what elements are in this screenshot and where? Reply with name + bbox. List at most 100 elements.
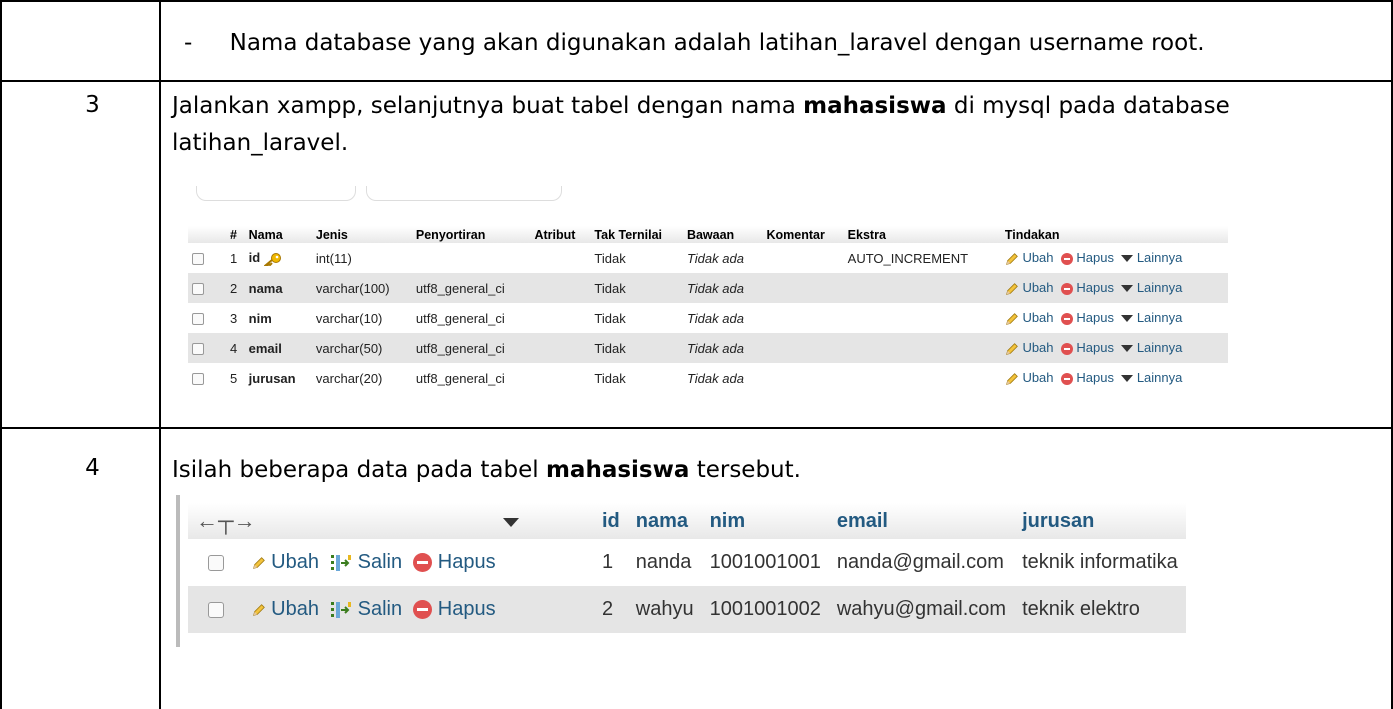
field-attribute (530, 243, 591, 273)
cell-email[interactable]: wahyu@gmail.com (828, 586, 1015, 633)
delete-action[interactable]: Hapus (1060, 310, 1114, 325)
delete-label: Hapus (1076, 250, 1114, 266)
cell-nama[interactable]: wahyu (627, 586, 702, 633)
field-attribute (530, 333, 591, 363)
document-table: - Nama database yang akan digunakan adal… (0, 0, 1393, 709)
edit-label: Ubah (1022, 280, 1054, 296)
row-divider-1 (0, 80, 1393, 82)
header-null[interactable]: Tak Ternilai (590, 226, 683, 243)
more-action[interactable]: Lainnya (1121, 310, 1182, 325)
browse-table: ←┬→ id nama nim email jurusan Ubah Salin… (188, 503, 1186, 633)
table-name-bold: mahasiswa (803, 93, 947, 119)
delete-icon (413, 600, 433, 620)
row-checkbox[interactable] (192, 253, 204, 266)
browse-header-nama[interactable]: nama (627, 503, 702, 539)
row-checkbox-cell (188, 273, 226, 303)
edit-action[interactable]: Ubah (1005, 280, 1054, 295)
cell-jurusan[interactable]: teknik informatika (1014, 539, 1186, 586)
cell-nama[interactable]: nanda (627, 539, 702, 586)
edit-action[interactable]: Ubah (1005, 370, 1054, 385)
delete-icon (413, 553, 433, 573)
field-default: Tidak ada (682, 333, 763, 363)
row-checkbox[interactable] (192, 283, 204, 296)
browse-row-checkbox[interactable] (208, 601, 224, 618)
field-name-cell: id (244, 243, 312, 273)
header-checkbox (188, 226, 226, 243)
header-name[interactable]: Nama (244, 226, 312, 243)
delete-label: Hapus (1076, 340, 1114, 356)
cell-email[interactable]: nanda@gmail.com (828, 539, 1015, 586)
field-extra (843, 363, 1001, 393)
field-null: Tidak (590, 333, 683, 363)
copy-icon (330, 551, 352, 573)
delete-icon (1060, 282, 1073, 295)
header-collation[interactable]: Penyortiran (411, 226, 531, 243)
browse-delete-action[interactable]: Hapus (413, 598, 496, 620)
field-actions: Ubah Hapus Lainnya (1000, 363, 1228, 393)
cell-id[interactable]: 2 (594, 586, 628, 633)
pencil-icon (1005, 310, 1019, 325)
browse-copy-action[interactable]: Salin (330, 551, 402, 573)
field-name-cell: jurusan (244, 363, 312, 393)
browse-header-email[interactable]: email (828, 503, 1015, 539)
header-number[interactable]: # (226, 226, 245, 243)
browse-row: Ubah Salin Hapus 2 wahyu 1001001002 wahy… (188, 586, 1186, 633)
cropped-button-right (366, 186, 562, 201)
cell-nim[interactable]: 1001001002 (701, 586, 829, 633)
structure-table: # Nama Jenis Penyortiran Atribut Tak Ter… (188, 226, 1228, 393)
more-action[interactable]: Lainnya (1121, 340, 1182, 355)
field-number: 3 (226, 303, 245, 333)
row-checkbox[interactable] (192, 343, 204, 356)
column-resize-arrows-icon[interactable]: ←┬→ (196, 508, 256, 533)
field-name-cell: email (244, 333, 312, 363)
cell-id[interactable]: 1 (594, 539, 628, 586)
structure-row: 1 id int(11) Tidak Tidak ada AUTO_INCREM… (188, 243, 1228, 273)
pencil-icon (1005, 370, 1019, 385)
field-type: varchar(100) (311, 273, 412, 303)
options-dropdown-icon[interactable] (503, 518, 520, 528)
pencil-icon (252, 551, 266, 573)
header-type[interactable]: Jenis (311, 226, 412, 243)
delete-action[interactable]: Hapus (1060, 340, 1114, 356)
header-comment[interactable]: Komentar (762, 226, 844, 243)
edit-action[interactable]: Ubah (1005, 250, 1054, 265)
more-action[interactable]: Lainnya (1121, 250, 1182, 265)
more-action[interactable]: Lainnya (1121, 280, 1182, 295)
browse-edit-action[interactable]: Ubah (252, 598, 319, 620)
field-name-cell: nim (244, 303, 312, 333)
delete-action[interactable]: Hapus (1060, 280, 1114, 295)
cell-jurusan[interactable]: teknik elektro (1014, 586, 1186, 633)
browse-header-jurusan[interactable]: jurusan (1014, 503, 1186, 539)
edit-action[interactable]: Ubah (1005, 310, 1054, 325)
structure-row: 3 nim varchar(10) utf8_general_ci Tidak … (188, 303, 1228, 333)
field-type: varchar(50) (311, 333, 412, 363)
pencil-icon (1005, 280, 1019, 295)
delete-action[interactable]: Hapus (1060, 370, 1114, 385)
field-actions: Ubah Hapus Lainnya (1000, 243, 1228, 273)
browse-row-checkbox[interactable] (208, 554, 224, 571)
browse-header-id[interactable]: id (594, 503, 628, 539)
field-collation: utf8_general_ci (411, 363, 531, 393)
delete-action[interactable]: Hapus (1060, 250, 1114, 266)
table-border-top (0, 0, 1393, 2)
field-number: 1 (226, 243, 245, 273)
edit-label: Ubah (1022, 250, 1054, 266)
browse-copy-action[interactable]: Salin (330, 598, 402, 620)
browse-header-controls: ←┬→ (188, 503, 594, 539)
table-name-bold-2: mahasiswa (545, 457, 690, 483)
header-default[interactable]: Bawaan (682, 226, 763, 243)
field-number: 5 (226, 363, 245, 393)
row-checkbox[interactable] (192, 313, 204, 326)
field-name: email (248, 340, 282, 356)
cell-nim[interactable]: 1001001001 (701, 539, 829, 586)
field-collation (411, 243, 531, 273)
browse-edit-action[interactable]: Ubah (252, 551, 319, 573)
field-extra (843, 303, 1001, 333)
edit-action[interactable]: Ubah (1005, 340, 1054, 355)
header-extra[interactable]: Ekstra (843, 226, 1001, 243)
browse-delete-action[interactable]: Hapus (413, 551, 496, 573)
header-attribute[interactable]: Atribut (530, 226, 591, 243)
row-checkbox[interactable] (192, 373, 204, 386)
more-action[interactable]: Lainnya (1121, 370, 1182, 385)
browse-header-nim[interactable]: nim (701, 503, 829, 539)
